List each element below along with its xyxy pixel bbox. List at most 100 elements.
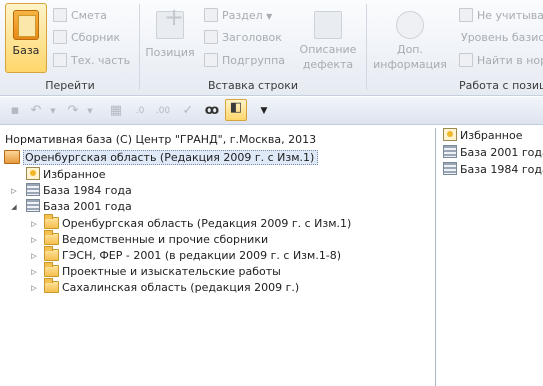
defect-icon	[314, 11, 342, 39]
section-button[interactable]: Раздел ▼	[204, 6, 272, 26]
extra-info-label-1: Доп.	[396, 43, 423, 56]
tree-item-label: Проектные и изыскательские работы	[62, 265, 281, 278]
extra-info-label-2: информация	[373, 58, 447, 71]
folder-icon	[44, 262, 59, 277]
heading-label: Заголовок	[222, 31, 282, 44]
quick-item-base-1984[interactable]: База 1984 года	[443, 162, 543, 178]
group-navigate-label: Перейти	[45, 79, 95, 92]
position-button[interactable]: Позиция	[142, 3, 198, 60]
extra-info-button[interactable]: Доп. информация	[371, 3, 449, 72]
expand-arrow-icon[interactable]: ▷	[10, 183, 18, 199]
redo-dropdown-icon[interactable]: ▼	[82, 103, 98, 119]
tree-item-orenburg[interactable]: Оренбургская область (Редакция 2009 г. с…	[44, 214, 352, 232]
tree-item-label: Ведомственные и прочие сборники	[62, 233, 269, 246]
database-icon	[443, 162, 457, 175]
smeta-label: Смета	[71, 9, 107, 22]
find-in-norm-label: Найти в норм	[477, 54, 543, 67]
tree-item-label: Избранное	[43, 168, 106, 181]
expand-arrow-icon[interactable]: ▷	[30, 264, 38, 280]
tree-item-label: Сахалинская область (редакция 2009 г.)	[62, 281, 300, 294]
folder-icon	[44, 278, 59, 293]
database-icon	[13, 10, 39, 40]
undo-icon[interactable]: ↶	[28, 103, 44, 119]
heading-icon	[204, 30, 218, 44]
heading-button[interactable]: Заголовок	[204, 28, 282, 48]
expand-arrow-icon[interactable]: ▷	[30, 280, 38, 296]
smeta-button[interactable]: Смета	[53, 6, 107, 26]
defect-description-button[interactable]: Описание дефекта	[292, 3, 364, 72]
base-level-button[interactable]: Уровень базис	[461, 28, 543, 48]
base-level-label: Уровень базис	[461, 31, 543, 44]
database-icon	[443, 145, 457, 158]
expand-arrow-icon[interactable]: ▷	[30, 232, 38, 248]
folder-icon	[44, 246, 59, 261]
tree-item-favorites[interactable]: Избранное	[26, 167, 105, 183]
find-icon	[459, 53, 473, 67]
base-button[interactable]: База	[5, 3, 47, 73]
defect-label-2: дефекта	[302, 58, 354, 71]
binoculars-icon[interactable]: ꝏ	[204, 103, 220, 119]
decimal-increase-icon[interactable]: .00	[155, 103, 171, 119]
database-icon	[4, 150, 20, 164]
group-positions: Доп. информация Не учитыва Уровень базис…	[367, 0, 543, 96]
tree-item-gesn-fer[interactable]: ГЭСН, ФЕР - 2001 (в редакции 2009 г. с И…	[44, 246, 341, 264]
collapse-arrow-icon[interactable]: ◢	[10, 199, 18, 215]
position-label: Позиция	[145, 46, 195, 59]
tree-item-label: Оренбургская область (Редакция 2009 г. с…	[62, 217, 352, 230]
save-icon[interactable]: ▪	[7, 103, 23, 119]
quick-access-panel: Избранное База 2001 года База 1984 года	[437, 125, 543, 386]
database-icon	[26, 199, 40, 212]
quick-item-favorites[interactable]: Избранное	[443, 128, 522, 144]
subgroup-button[interactable]: Подгруппа	[204, 51, 285, 71]
quick-item-base-2001[interactable]: База 2001 года	[443, 145, 543, 161]
database-icon	[26, 183, 40, 196]
group-positions-label: Работа с позиц	[459, 79, 543, 92]
toolbar-dropdown-icon[interactable]: ▼	[256, 103, 272, 119]
tree-item-departmental[interactable]: Ведомственные и прочие сборники	[44, 230, 269, 248]
decimal-decrease-icon[interactable]: .0	[132, 103, 148, 119]
collection-icon	[53, 30, 67, 44]
ribbon: База Смета Сборник Тех. часть Перейти По…	[0, 0, 543, 96]
section-label: Раздел	[222, 9, 263, 22]
tree-item-design-survey[interactable]: Проектные и изыскательские работы	[44, 262, 281, 280]
document-icon	[53, 53, 67, 67]
tech-part-label: Тех. часть	[71, 54, 131, 67]
quick-item-label: База 1984 года	[460, 163, 543, 176]
tree-item-label: База 1984 года	[43, 184, 132, 197]
defect-label-1: Описание	[299, 43, 357, 56]
tree-item-base-1984[interactable]: База 1984 года	[26, 183, 132, 199]
tech-part-button[interactable]: Тех. часть	[53, 51, 130, 71]
check-icon[interactable]: ✓	[180, 103, 196, 119]
ignore-button[interactable]: Не учитыва	[459, 6, 543, 26]
quick-toolbar: ▪ ↶ ▼ ↷ ▼ ▦ .0 .00 ✓ ꝏ ◧ ▼	[0, 97, 543, 125]
subgroup-label: Подгруппа	[222, 54, 286, 67]
base-button-label: База	[12, 44, 40, 57]
group-insert-row: Позиция Раздел ▼ Заголовок Подгруппа Опи…	[140, 0, 366, 96]
panel-caption: Нормативная база (С) Центр "ГРАНД", г.Мо…	[5, 133, 317, 146]
database-toggle-icon[interactable]: ◧	[225, 99, 247, 121]
tree-root-label: Оренбургская область (Редакция 2009 г. с…	[23, 150, 319, 165]
find-in-norm-button[interactable]: Найти в норм	[459, 51, 543, 71]
calculator-icon[interactable]: ▦	[108, 103, 124, 119]
chevron-down-icon: ▼	[266, 12, 273, 21]
normative-base-panel: Нормативная база (С) Центр "ГРАНД", г.Мо…	[0, 128, 436, 386]
section-icon	[204, 8, 218, 22]
tree-item-base-2001[interactable]: База 2001 года	[26, 199, 132, 215]
add-position-icon	[156, 10, 184, 39]
expand-arrow-icon[interactable]: ▷	[30, 248, 38, 264]
tree-item-label: База 2001 года	[43, 200, 132, 213]
tree-item-sakhalin[interactable]: Сахалинская область (редакция 2009 г.)	[44, 278, 300, 296]
ignore-label: Не учитыва	[477, 9, 543, 22]
subgroup-icon	[204, 53, 218, 67]
folder-icon	[44, 230, 59, 245]
tree-root[interactable]: Оренбургская область (Редакция 2009 г. с…	[4, 150, 319, 166]
estimate-icon	[53, 8, 67, 22]
group-navigate: База Смета Сборник Тех. часть Перейти	[0, 0, 140, 96]
favorites-icon	[443, 128, 457, 141]
folder-icon	[44, 214, 59, 229]
quick-item-label: База 2001 года	[460, 146, 543, 159]
sbornik-button[interactable]: Сборник	[53, 28, 120, 48]
undo-dropdown-icon[interactable]: ▼	[45, 103, 61, 119]
redo-icon[interactable]: ↷	[65, 103, 81, 119]
expand-arrow-icon[interactable]: ▷	[30, 216, 38, 232]
